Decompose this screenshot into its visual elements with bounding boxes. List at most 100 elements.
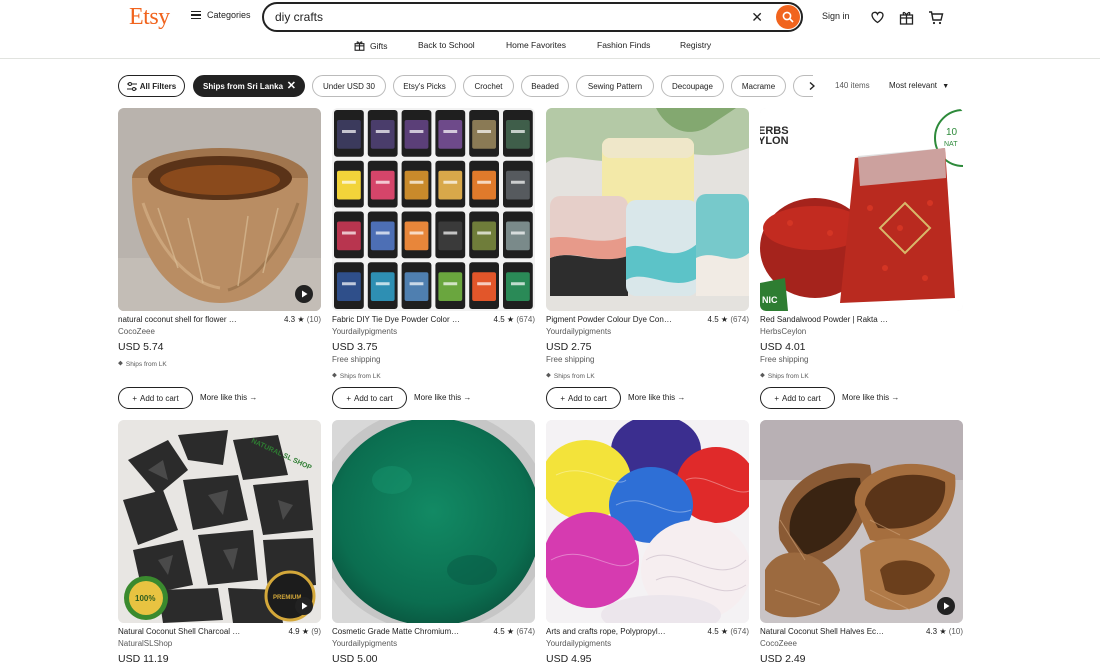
clear-search-icon[interactable]: ✕ bbox=[751, 10, 763, 24]
sort-dropdown[interactable]: Most relevant ▼ bbox=[889, 81, 949, 90]
dye-jar-label bbox=[370, 120, 395, 149]
listing-card[interactable]: ERBS YLON 10 NAT NIC Red Sandalwood Powd… bbox=[760, 108, 963, 382]
plus-icon: + bbox=[346, 393, 351, 403]
dye-jar-text-line bbox=[409, 231, 424, 235]
filter-chip-macrame[interactable]: Macrame bbox=[731, 75, 786, 97]
listing-image[interactable] bbox=[332, 108, 535, 311]
heart-icon bbox=[870, 11, 884, 24]
listing-title[interactable]: Natural Coconut Shell Halves Ec… bbox=[760, 627, 910, 636]
cart-icon bbox=[929, 10, 944, 24]
listing-card[interactable]: Natural Coconut Shell Halves Ec… 4.3 ★ (… bbox=[760, 420, 963, 667]
shop-name[interactable]: Yourdailypigments bbox=[332, 639, 535, 651]
nav-item-registry[interactable]: Registry bbox=[680, 40, 711, 50]
active-filter-chip[interactable]: Ships from Sri Lanka ✕ bbox=[193, 75, 305, 97]
gift-button[interactable] bbox=[898, 9, 914, 25]
play-video-button[interactable] bbox=[295, 285, 313, 303]
listing-title[interactable]: Fabric DIY Tie Dye Powder Color … bbox=[332, 315, 482, 324]
add-to-cart-button[interactable]: + Add to cart bbox=[118, 387, 193, 409]
dye-jar-text-line bbox=[511, 231, 525, 235]
etsy-logo[interactable]: Etsy bbox=[129, 4, 170, 31]
filter-chip-sewing-pattern[interactable]: Sewing Pattern bbox=[576, 75, 654, 97]
shop-name[interactable]: Yourdailypigments bbox=[546, 327, 749, 339]
listing-card[interactable]: Fabric DIY Tie Dye Powder Color … 4.5 ★ … bbox=[332, 108, 535, 382]
add-to-cart-label: Add to cart bbox=[567, 393, 607, 403]
dye-jar-text-line bbox=[375, 231, 390, 235]
dye-jar-text-line bbox=[477, 231, 491, 235]
listing-title[interactable]: Red Sandalwood Powder | Rakta … bbox=[760, 315, 910, 324]
dye-jar-label bbox=[404, 120, 429, 149]
active-filter-label: Ships from Sri Lanka bbox=[203, 81, 284, 91]
play-icon bbox=[943, 602, 949, 610]
listing-card[interactable]: Cosmetic Grade Matte Chromium… 4.5 ★ (67… bbox=[332, 420, 535, 667]
add-to-cart-button[interactable]: + Add to cart bbox=[760, 387, 835, 409]
shop-name[interactable]: CocoZeee bbox=[760, 639, 963, 651]
free-shipping: Free shipping bbox=[332, 355, 381, 364]
rating-value: 4.5 bbox=[707, 627, 719, 636]
listing-image[interactable] bbox=[760, 420, 963, 623]
listing-image[interactable] bbox=[332, 420, 535, 623]
more-like-this-link[interactable]: More like this → bbox=[842, 393, 899, 402]
filter-scroll-right-button[interactable] bbox=[802, 77, 822, 95]
listing-price: USD 5.00 bbox=[332, 653, 378, 665]
dye-jar-text-line bbox=[511, 130, 525, 133]
listing-title[interactable]: Arts and crafts rope, Polypropyl… bbox=[546, 627, 696, 636]
nav-item-back-to-school[interactable]: Back to School bbox=[418, 40, 475, 50]
add-to-cart-button[interactable]: + Add to cart bbox=[332, 387, 407, 409]
nav-item-home-favorites[interactable]: Home Favorites bbox=[506, 40, 566, 50]
more-like-this-link[interactable]: More like this → bbox=[200, 393, 257, 402]
listing-rating: 4.9 ★ (9) bbox=[288, 627, 321, 636]
listing-image[interactable]: ERBS YLON 10 NAT NIC bbox=[760, 108, 963, 311]
listing-card[interactable]: NATURAL SL SHOP 100% PREMIUM Natural Coc… bbox=[118, 420, 321, 667]
listing-image[interactable]: NATURAL SL SHOP 100% PREMIUM bbox=[118, 420, 321, 623]
sign-in-link[interactable]: Sign in bbox=[822, 11, 850, 21]
play-video-button[interactable] bbox=[295, 597, 313, 615]
filter-chip-under-usd-30[interactable]: Under USD 30 bbox=[312, 75, 386, 97]
shop-name[interactable]: CocoZeee bbox=[118, 327, 321, 339]
listing-image[interactable] bbox=[546, 420, 749, 623]
listing-title[interactable]: Natural Coconut Shell Charcoal … bbox=[118, 627, 268, 636]
natural-badge-text: 10 bbox=[946, 127, 958, 138]
search-button[interactable] bbox=[776, 5, 800, 29]
sort-label: Most relevant bbox=[889, 81, 938, 90]
site-header: Etsy Categories ✕ Sign in bbox=[0, 0, 1100, 35]
more-like-this-link[interactable]: More like this → bbox=[414, 393, 471, 402]
location-icon: ⬥ bbox=[118, 360, 123, 367]
dye-jar-text-line bbox=[409, 130, 424, 133]
nav-item-fashion-finds[interactable]: Fashion Finds bbox=[597, 40, 650, 50]
shop-name[interactable]: Yourdailypigments bbox=[546, 639, 749, 651]
review-count: (674) bbox=[730, 315, 749, 324]
search-input[interactable] bbox=[275, 10, 735, 24]
favorites-button[interactable] bbox=[869, 9, 885, 25]
filter-chip-decoupage[interactable]: Decoupage bbox=[661, 75, 724, 97]
listing-title[interactable]: Cosmetic Grade Matte Chromium… bbox=[332, 627, 482, 636]
listing-card[interactable]: natural coconut shell for flower … 4.3 ★… bbox=[118, 108, 321, 370]
listing-card[interactable]: Pigment Powder Colour Dye Con… 4.5 ★ (67… bbox=[546, 108, 749, 382]
rating-value: 4.9 bbox=[288, 627, 300, 636]
search-icon bbox=[782, 11, 794, 23]
add-to-cart-label: Add to cart bbox=[139, 393, 179, 403]
all-filters-button[interactable]: All Filters bbox=[118, 75, 185, 97]
categories-button[interactable]: Categories bbox=[191, 10, 251, 20]
filter-chip-crochet[interactable]: Crochet bbox=[463, 75, 514, 97]
remove-filter-icon[interactable]: ✕ bbox=[287, 79, 296, 92]
listing-image[interactable] bbox=[118, 108, 321, 311]
listing-title[interactable]: Pigment Powder Colour Dye Con… bbox=[546, 315, 696, 324]
nav-item-gifts[interactable]: Gifts bbox=[354, 40, 387, 51]
more-like-this-link[interactable]: More like this → bbox=[628, 393, 685, 402]
filter-chip-beaded[interactable]: Beaded bbox=[521, 75, 569, 97]
shop-name[interactable]: NaturalSLShop bbox=[118, 639, 321, 651]
chevron-down-icon: ▼ bbox=[942, 83, 950, 90]
listing-card[interactable]: Arts and crafts rope, Polypropyl… 4.5 ★ … bbox=[546, 420, 749, 667]
cart-button[interactable] bbox=[928, 9, 944, 25]
listing-price: USD 4.95 bbox=[546, 653, 592, 665]
filter-icon bbox=[126, 81, 137, 91]
shop-name[interactable]: HerbsCeylon bbox=[760, 327, 963, 339]
add-to-cart-button[interactable]: + Add to cart bbox=[546, 387, 621, 409]
filter-chip-etsys-picks[interactable]: Etsy's Picks bbox=[393, 75, 456, 97]
natural-badge-text: NAT bbox=[944, 141, 958, 148]
shop-name[interactable]: Yourdailypigments bbox=[332, 327, 535, 339]
listing-image[interactable] bbox=[546, 108, 749, 311]
play-video-button[interactable] bbox=[937, 597, 955, 615]
dye-jar-label bbox=[404, 170, 429, 200]
listing-title[interactable]: natural coconut shell for flower … bbox=[118, 315, 268, 324]
